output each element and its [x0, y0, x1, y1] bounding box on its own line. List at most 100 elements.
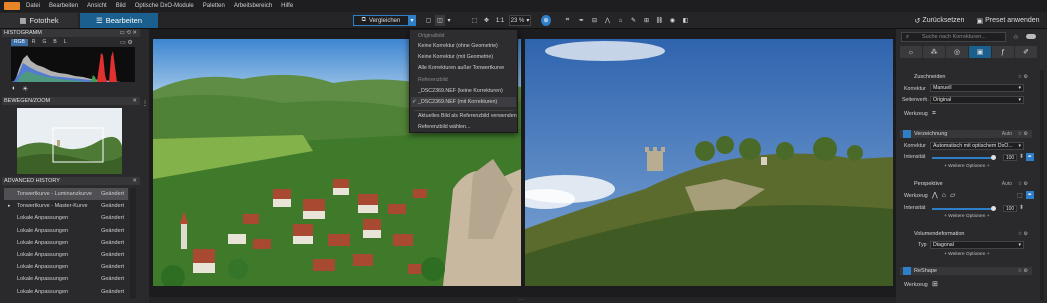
- menu-view[interactable]: Ansicht: [87, 3, 107, 9]
- channel-g[interactable]: G: [39, 39, 49, 46]
- compare-menu-item[interactable]: Alle Korrekturen außer Tonwertkurve: [418, 65, 504, 71]
- zoom-percent-field[interactable]: 23 % ▾: [509, 15, 531, 26]
- filmstrip-handle[interactable]: ⋯: [519, 297, 524, 303]
- channel-l[interactable]: L: [61, 39, 70, 46]
- history-row[interactable]: Lokale Anpassungen Geändert: [4, 249, 128, 261]
- expand-arrow-icon[interactable]: ▸: [8, 203, 11, 209]
- menu-edit[interactable]: Bearbeiten: [49, 3, 78, 9]
- menu-workspace[interactable]: Arbeitsbereich: [234, 3, 272, 9]
- history-row[interactable]: Lokale Anpassungen Geändert: [4, 225, 128, 237]
- apply-preset-button[interactable]: ▣ Preset anwenden: [974, 15, 1042, 26]
- history-close-icon[interactable]: ✕: [132, 177, 137, 185]
- section-crop[interactable]: Zuschneiden ☆ ⚙: [900, 73, 1032, 81]
- history-header[interactable]: ADVANCED HISTORY ✕: [2, 177, 140, 185]
- channel-rgb[interactable]: RGB: [11, 39, 28, 46]
- straighten-icon[interactable]: ⊟: [590, 15, 599, 26]
- section-reshape-icons[interactable]: ☆ ⚙: [1018, 267, 1028, 275]
- link-icon[interactable]: ⛓: [655, 15, 664, 26]
- distortion-more-options[interactable]: + Weitere Optionen +: [944, 164, 990, 169]
- section-perspective[interactable]: Perspektive Auto ☆ ⚙: [900, 180, 1032, 188]
- compare-menu-action[interactable]: Aktuelles Bild als Referenzbild verwende…: [418, 113, 517, 119]
- slider-knob[interactable]: [991, 206, 996, 211]
- eyedropper-icon[interactable]: ✒: [1026, 191, 1034, 199]
- star-icon[interactable]: ☆: [1013, 33, 1019, 41]
- compare-button[interactable]: ⧉ Vergleichen: [353, 15, 409, 26]
- history-row[interactable]: Lokale Anpassungen Geändert: [4, 286, 128, 298]
- histogram-options-icon[interactable]: ▭ ⚙: [120, 39, 133, 46]
- menu-help[interactable]: Hilfe: [281, 3, 293, 9]
- distortion-auto[interactable]: Auto: [1002, 130, 1012, 138]
- section-volume-icons[interactable]: ☆ ⚙: [1018, 230, 1028, 238]
- section-distortion[interactable]: Verzeichnung Auto ☆ ⚙: [900, 130, 1032, 138]
- crop-icon[interactable]: ⌗: [563, 15, 572, 26]
- eyedropper-icon[interactable]: ✒: [577, 15, 586, 26]
- shadow-clipping-icon[interactable]: ◐: [12, 85, 16, 92]
- tab-edit[interactable]: ☰ Bearbeiten: [80, 13, 158, 28]
- menu-optics-modules[interactable]: Optische DxO-Module: [135, 3, 194, 9]
- slider-knob[interactable]: [991, 155, 996, 160]
- history-row[interactable]: Lokale Anpassungen Geändert: [4, 237, 128, 249]
- reset-button[interactable]: ↺ Zurücksetzen: [912, 15, 967, 26]
- grid-overlay-icon[interactable]: ⊞: [642, 15, 651, 26]
- section-reshape[interactable]: ReShape ☆ ⚙: [900, 267, 1032, 275]
- navigator-close-icon[interactable]: ✕: [132, 97, 137, 105]
- current-image[interactable]: [525, 39, 893, 286]
- eye-icon[interactable]: ◉: [668, 15, 677, 26]
- navigator-thumbnail[interactable]: [17, 108, 122, 174]
- highlight-clipping-icon[interactable]: ☀: [22, 85, 28, 93]
- history-row[interactable]: Tonwertkurve - Luminanzkurve Geändert: [4, 188, 128, 201]
- compare-menu-item-selected[interactable]: ✓ _DSC2369.NEF (mit Korrekturen): [411, 97, 516, 107]
- histogram-header-icons[interactable]: ▭ ⟲ ✕: [120, 29, 137, 37]
- repair-icon[interactable]: ⌂: [616, 15, 625, 26]
- color-tab-icon[interactable]: ⁂: [923, 46, 945, 58]
- distortion-intensity-value[interactable]: 100: [1003, 154, 1017, 161]
- history-row[interactable]: Lokale Anpassungen Geändert: [4, 273, 128, 285]
- spinner-icon[interactable]: ⬍: [1019, 204, 1024, 211]
- distortion-correction-select[interactable]: Automatisch mit optischem DxO... ▾: [930, 142, 1024, 150]
- tab-photo-library[interactable]: ▦ Fotothek: [0, 13, 78, 28]
- perspective-icon[interactable]: ⋀: [603, 15, 612, 26]
- volume-more-options[interactable]: + Weitere Optionen +: [944, 252, 990, 257]
- history-scrollbar[interactable]: [130, 188, 136, 298]
- right-panel-scrollbar[interactable]: [1040, 70, 1044, 300]
- perspective-intensity-slider[interactable]: [932, 206, 996, 211]
- reshape-enable-toggle[interactable]: [903, 267, 911, 275]
- compare-menu-action[interactable]: Referenzbild wählen...: [418, 124, 470, 130]
- compare-menu-item[interactable]: Keine Korrektur (mit Geometrie): [418, 54, 493, 60]
- eyedropper-icon[interactable]: ✒: [1026, 153, 1034, 161]
- histogram-header[interactable]: HISTOGRAMM ▭ ⟲ ✕: [2, 29, 140, 37]
- view-dropdown-arrow[interactable]: ▾: [446, 15, 452, 26]
- perspective-more-options[interactable]: + Weitere Optionen +: [944, 214, 990, 219]
- section-distortion-icons[interactable]: ☆ ⚙: [1018, 130, 1028, 138]
- spinner-icon[interactable]: ⬍: [1019, 153, 1024, 160]
- section-crop-icons[interactable]: ☆ ⚙: [1018, 73, 1028, 81]
- distortion-intensity-slider[interactable]: [932, 155, 996, 160]
- navigator-header[interactable]: BEWEGEN/ZOOM ✕: [2, 97, 140, 105]
- panel-resize-handle[interactable]: ⋮: [142, 100, 148, 108]
- perspective-tool-icons[interactable]: ⋀⌂▱: [932, 191, 959, 199]
- toggle-switch[interactable]: [1026, 34, 1036, 39]
- light-tab-icon[interactable]: ☼: [900, 46, 922, 58]
- zoom-icon[interactable]: ⊕: [541, 15, 551, 26]
- single-view-icon[interactable]: ▢: [424, 15, 433, 26]
- perspective-auto[interactable]: Auto: [1002, 180, 1012, 188]
- perspective-intensity-value[interactable]: 100: [1003, 205, 1017, 212]
- section-volume-deformation[interactable]: Volumendeformation ☆ ⚙: [900, 230, 1032, 238]
- zoom-ratio[interactable]: 1:1: [494, 15, 506, 26]
- fx-tab-icon[interactable]: ƒ: [992, 46, 1014, 58]
- crop-ratio-select[interactable]: Original ▾: [930, 96, 1024, 104]
- compare-menu-item[interactable]: Keine Korrektur (ohne Geometrie): [418, 43, 498, 49]
- fit-icon[interactable]: ⬚: [470, 15, 479, 26]
- local-adjust-tab-icon[interactable]: ✐: [1015, 46, 1037, 58]
- history-row[interactable]: Lokale Anpassungen Geändert: [4, 261, 128, 273]
- mask-icon[interactable]: ◧: [681, 15, 690, 26]
- compare-menu-item[interactable]: _DSC2369.NEF (keine Korrekturen): [418, 88, 503, 94]
- menu-palettes[interactable]: Paletten: [203, 3, 225, 9]
- crop-tool-icon[interactable]: ⌗: [932, 110, 936, 118]
- split-view-icon[interactable]: ◫: [435, 15, 445, 26]
- history-row[interactable]: Lokale Anpassungen Geändert: [4, 212, 128, 224]
- detail-tab-icon[interactable]: ◎: [946, 46, 968, 58]
- perspective-preview-icon[interactable]: ⬚: [1017, 192, 1023, 199]
- history-row[interactable]: ▸ Tonwertkurve - Master-Kurve Geändert: [4, 200, 128, 212]
- channel-r[interactable]: R: [29, 39, 39, 46]
